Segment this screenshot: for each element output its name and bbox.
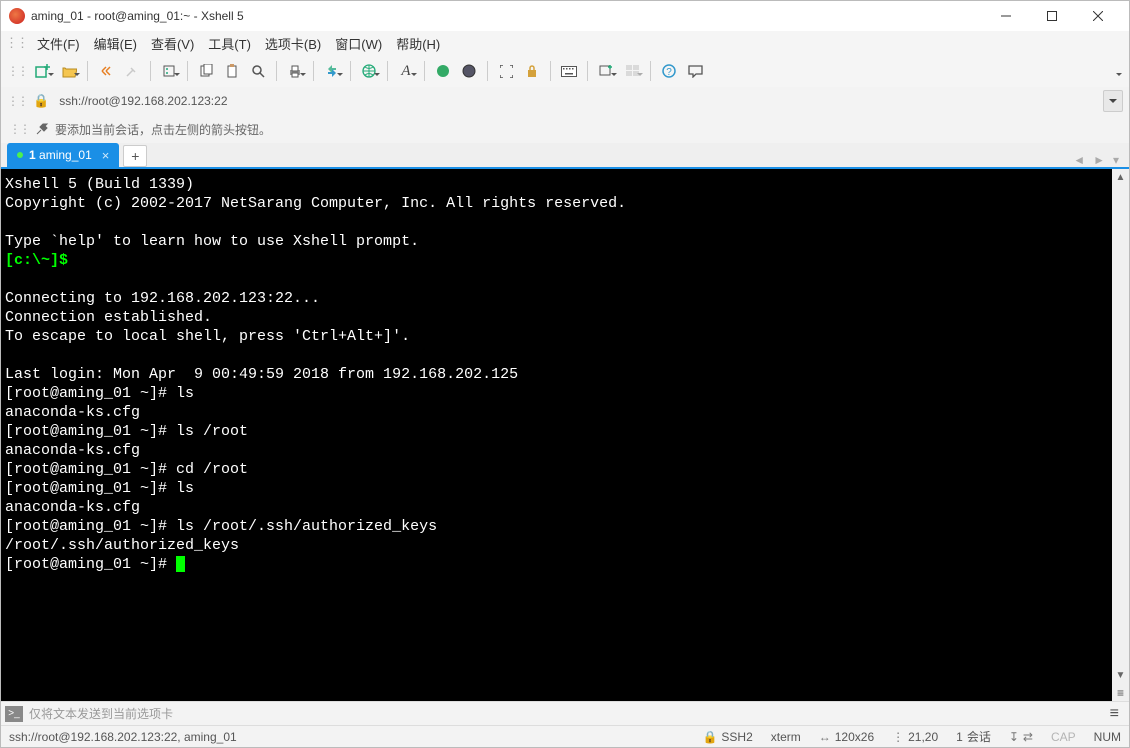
lock-icon[interactable] bbox=[520, 59, 544, 83]
titlebar: aming_01 - root@aming_01:~ - Xshell 5 bbox=[1, 1, 1129, 31]
open-icon[interactable] bbox=[57, 59, 81, 83]
session-tab[interactable]: 1 aming_01 × bbox=[7, 143, 119, 167]
font-icon[interactable]: A bbox=[394, 59, 418, 83]
search-icon[interactable] bbox=[246, 59, 270, 83]
size-icon: ↔ bbox=[819, 730, 831, 744]
menu-help[interactable]: 帮助(H) bbox=[396, 34, 440, 53]
status-size: ↔120x26 bbox=[819, 730, 874, 744]
keyboard-icon[interactable] bbox=[557, 59, 581, 83]
scrollbar[interactable]: ▲ ▼ ≡ bbox=[1112, 169, 1129, 701]
address-bar: ⋮⋮ 🔒 bbox=[1, 87, 1129, 115]
tab-menu-icon[interactable]: ▾ bbox=[1113, 153, 1119, 167]
newwin-icon[interactable] bbox=[594, 59, 618, 83]
pos-icon: ⋮ bbox=[892, 730, 904, 744]
address-input[interactable] bbox=[55, 90, 1097, 112]
toolbar: ⋮⋮ A ? bbox=[1, 55, 1129, 87]
color1-icon[interactable] bbox=[431, 59, 455, 83]
grip-icon: ⋮⋮ bbox=[9, 122, 29, 136]
toolbar-overflow-icon[interactable] bbox=[1099, 59, 1123, 83]
terminal-area: Xshell 5 (Build 1339) Copyright (c) 2002… bbox=[1, 169, 1129, 701]
tab-label: aming_01 bbox=[39, 148, 92, 162]
status-sessions: 1 会话 bbox=[956, 728, 991, 745]
paste-icon[interactable] bbox=[220, 59, 244, 83]
status-term: xterm bbox=[771, 730, 801, 744]
app-icon bbox=[9, 8, 25, 24]
maximize-button[interactable] bbox=[1029, 1, 1075, 31]
transfer-icon[interactable] bbox=[320, 59, 344, 83]
scroll-track[interactable] bbox=[1112, 186, 1129, 667]
print-icon[interactable] bbox=[283, 59, 307, 83]
globe-icon[interactable] bbox=[357, 59, 381, 83]
send-prefix-icon[interactable]: >_ bbox=[5, 706, 23, 722]
pin-icon[interactable] bbox=[35, 122, 49, 136]
status-num: NUM bbox=[1094, 730, 1121, 744]
send-bar-text[interactable]: 仅将文本发送到当前选项卡 bbox=[29, 705, 1098, 722]
status-bar: ssh://root@192.168.202.123:22, aming_01 … bbox=[1, 725, 1129, 747]
new-tab-button[interactable]: + bbox=[123, 145, 147, 167]
menu-tools[interactable]: 工具(T) bbox=[208, 34, 251, 53]
terminal-menu-icon[interactable]: ≡ bbox=[1112, 684, 1129, 701]
lock-small-icon: 🔒 bbox=[33, 93, 49, 109]
tab-next-icon[interactable]: ► bbox=[1093, 153, 1105, 167]
terminal[interactable]: Xshell 5 (Build 1339) Copyright (c) 2002… bbox=[1, 169, 1112, 701]
scroll-down-icon[interactable]: ▼ bbox=[1112, 667, 1129, 684]
tab-index: 1 bbox=[29, 148, 36, 162]
close-button[interactable] bbox=[1075, 1, 1121, 31]
fullscreen-icon[interactable] bbox=[494, 59, 518, 83]
grip-icon: ⋮⋮ bbox=[7, 94, 27, 108]
send-menu-icon[interactable]: ≡ bbox=[1104, 705, 1125, 723]
tab-close-icon[interactable]: × bbox=[102, 148, 110, 163]
window-title: aming_01 - root@aming_01:~ - Xshell 5 bbox=[31, 9, 983, 23]
status-dot-icon bbox=[17, 152, 23, 158]
menu-file[interactable]: 文件(F) bbox=[37, 34, 80, 53]
tab-nav: ◄ ► ▾ bbox=[1073, 153, 1129, 167]
grip-icon: ⋮⋮ bbox=[5, 35, 27, 51]
status-cap: CAP bbox=[1051, 730, 1076, 744]
scroll-up-icon[interactable]: ▲ bbox=[1112, 169, 1129, 186]
color2-icon[interactable] bbox=[457, 59, 481, 83]
copy-icon[interactable] bbox=[194, 59, 218, 83]
lock-status-icon: 🔒 bbox=[702, 730, 717, 744]
svg-text:?: ? bbox=[666, 67, 672, 78]
tile-icon[interactable] bbox=[620, 59, 644, 83]
menu-view[interactable]: 查看(V) bbox=[151, 34, 194, 53]
status-link-icon: ↧⇄ bbox=[1009, 730, 1033, 744]
new-session-icon[interactable] bbox=[31, 59, 55, 83]
tab-prev-icon[interactable]: ◄ bbox=[1073, 153, 1085, 167]
minimize-button[interactable] bbox=[983, 1, 1029, 31]
grip-icon: ⋮⋮ bbox=[7, 64, 27, 78]
status-left: ssh://root@192.168.202.123:22, aming_01 bbox=[9, 730, 684, 744]
reconnect-icon[interactable] bbox=[94, 59, 118, 83]
menu-tab[interactable]: 选项卡(B) bbox=[265, 34, 321, 53]
chat-icon[interactable] bbox=[683, 59, 707, 83]
status-pos: ⋮21,20 bbox=[892, 730, 938, 744]
menubar: ⋮⋮ 文件(F) 编辑(E) 查看(V) 工具(T) 选项卡(B) 窗口(W) … bbox=[1, 31, 1129, 55]
send-bar: >_ 仅将文本发送到当前选项卡 ≡ bbox=[1, 701, 1129, 725]
properties-icon[interactable] bbox=[157, 59, 181, 83]
status-protocol: 🔒SSH2 bbox=[702, 730, 752, 744]
help-icon[interactable]: ? bbox=[657, 59, 681, 83]
disconnect-icon[interactable] bbox=[120, 59, 144, 83]
tab-strip: 1 aming_01 × + ◄ ► ▾ bbox=[1, 143, 1129, 169]
menu-window[interactable]: 窗口(W) bbox=[335, 34, 382, 53]
hint-text: 要添加当前会话，点击左侧的箭头按钮。 bbox=[55, 121, 271, 138]
address-dropdown-button[interactable] bbox=[1103, 90, 1123, 112]
hint-bar: ⋮⋮ 要添加当前会话，点击左侧的箭头按钮。 bbox=[1, 115, 1129, 143]
menu-edit[interactable]: 编辑(E) bbox=[94, 34, 137, 53]
